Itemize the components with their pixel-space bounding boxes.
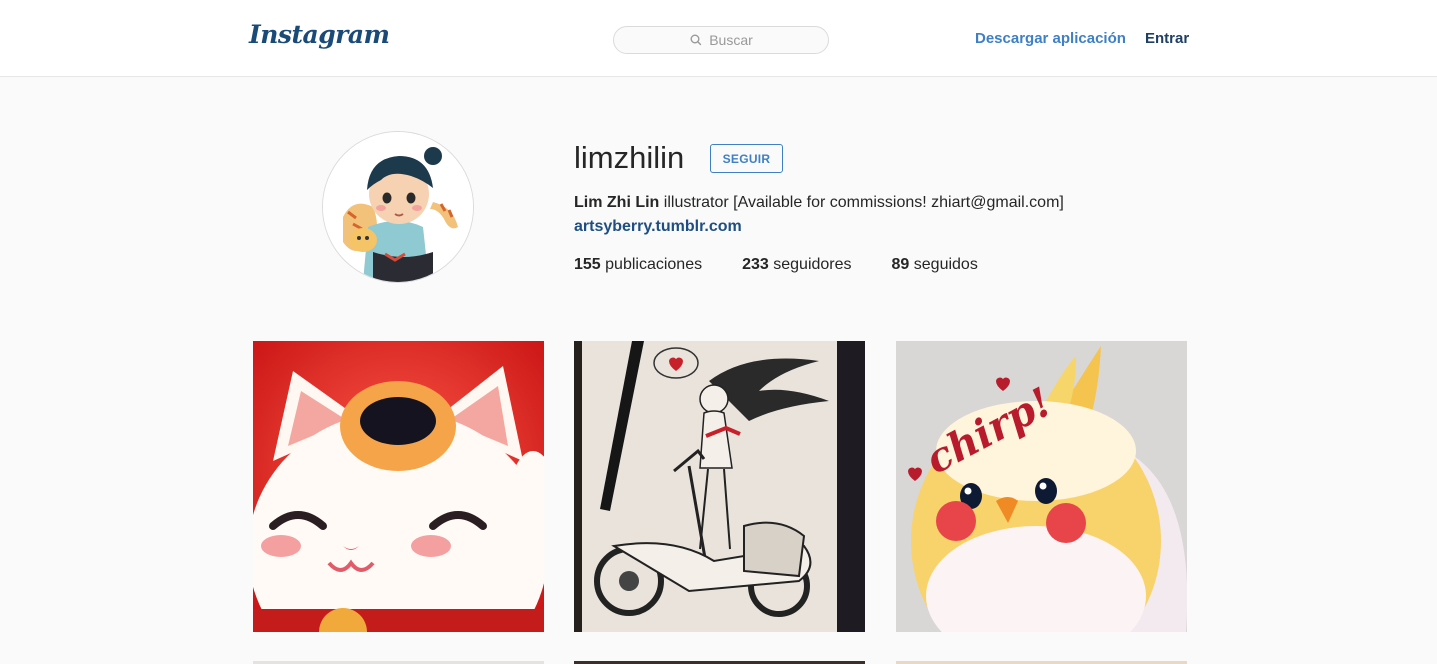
followers-count: 233 [742, 256, 769, 273]
instagram-logo[interactable]: Instagram [249, 20, 390, 49]
following-stat[interactable]: 89 seguidos [892, 256, 978, 274]
follow-button[interactable]: SEGUIR [710, 144, 783, 173]
search-input[interactable]: Buscar [613, 26, 829, 54]
posts-count: 155 [574, 256, 601, 273]
post-thumbnail[interactable] [253, 341, 544, 632]
following-label: seguidos [909, 256, 978, 273]
profile-website-link[interactable]: artsyberry.tumblr.com [574, 218, 742, 236]
posts-label: publicaciones [600, 256, 703, 273]
posts-stat: 155 publicaciones [574, 256, 702, 274]
profile-bio: Lim Zhi Lin illustrator [Available for c… [574, 194, 1064, 212]
profile-avatar [322, 131, 474, 283]
post-thumbnail[interactable]: chirp! [896, 341, 1187, 632]
profile-bio-text: illustrator [Available for commissions! … [659, 194, 1064, 211]
search-placeholder: Buscar [709, 32, 753, 48]
profile-username: limzhilin [574, 140, 685, 175]
profile-stats: 155 publicaciones 233 seguidores 89 segu… [574, 256, 1018, 274]
followers-stat[interactable]: 233 seguidores [742, 256, 851, 274]
profile-full-name: Lim Zhi Lin [574, 194, 660, 211]
login-link[interactable]: Entrar [1145, 30, 1189, 47]
post-thumbnail[interactable] [574, 341, 865, 632]
top-navigation-bar: Instagram Buscar Descargar aplicación En… [0, 0, 1437, 77]
followers-label: seguidores [768, 256, 852, 273]
download-app-link[interactable]: Descargar aplicación [975, 30, 1126, 47]
search-icon [689, 33, 703, 47]
following-count: 89 [891, 256, 910, 273]
